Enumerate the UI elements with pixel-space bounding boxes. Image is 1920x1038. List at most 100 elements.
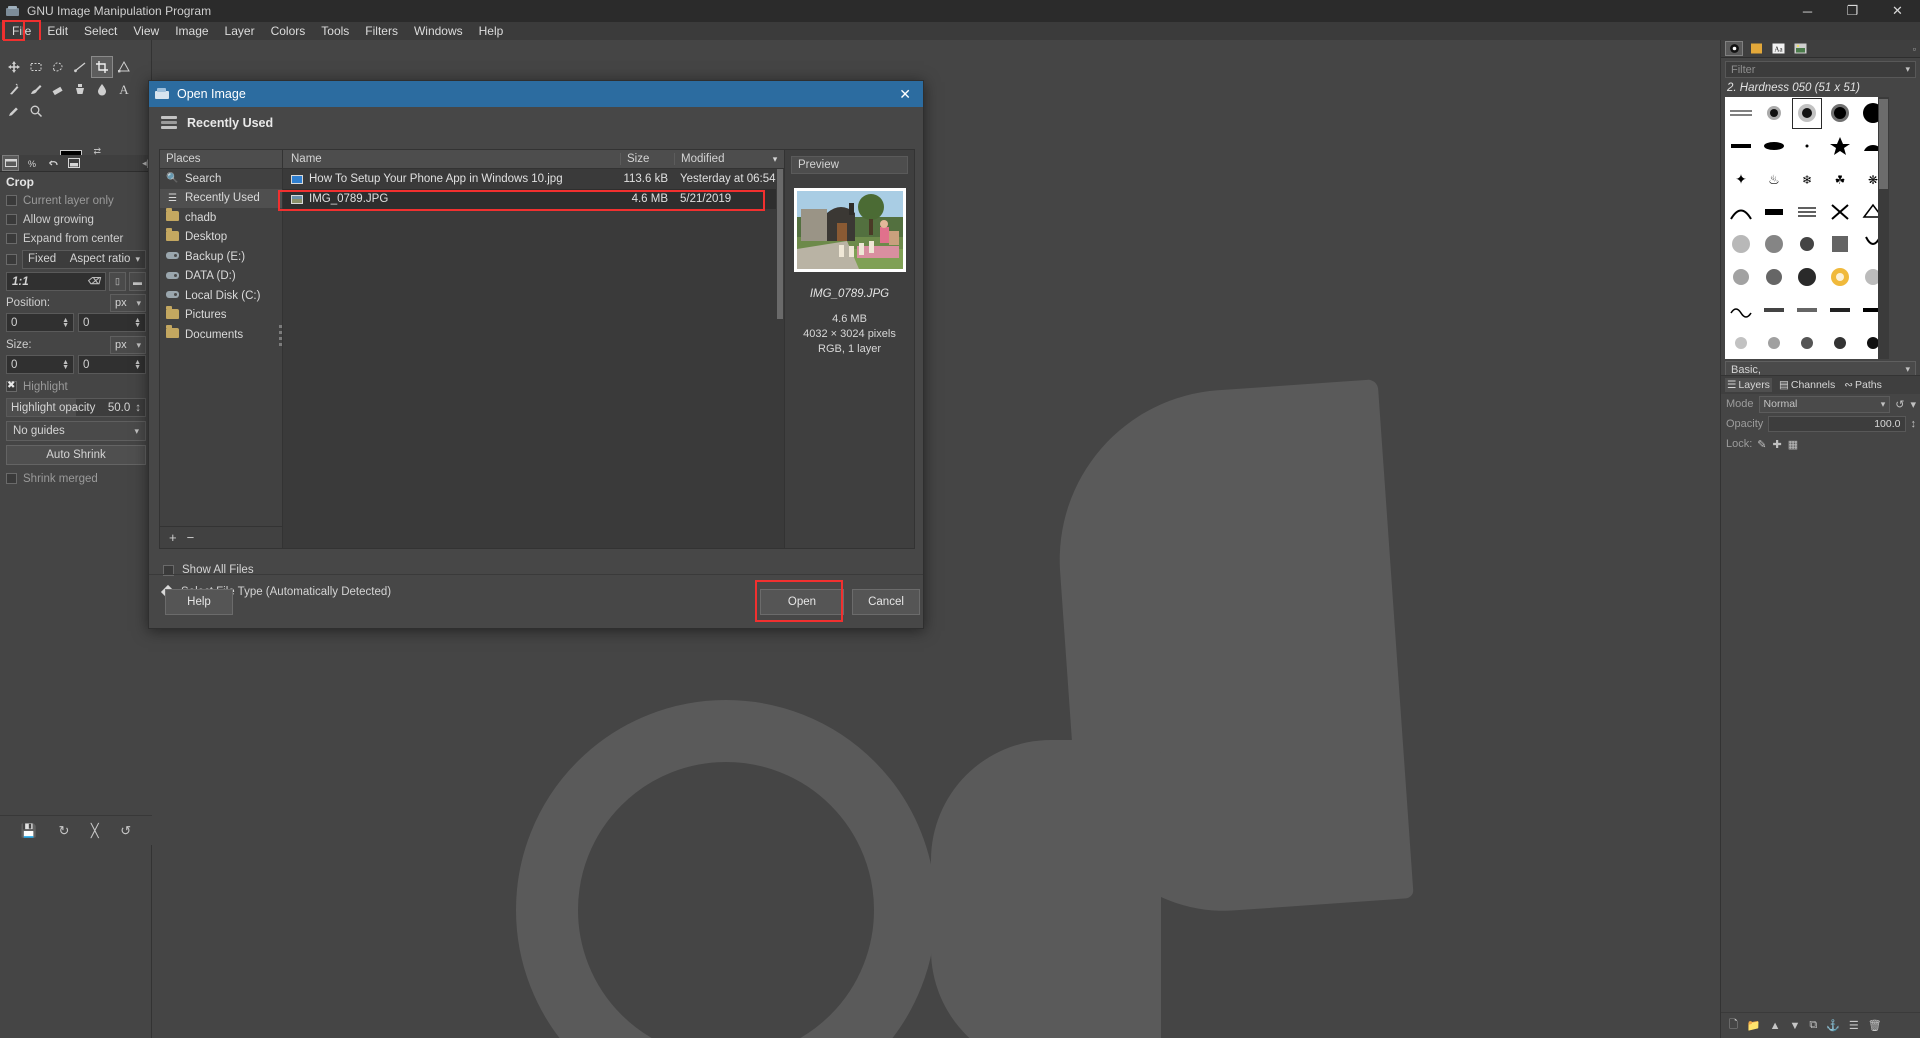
- zoom-tool[interactable]: [25, 100, 47, 122]
- brush-cell[interactable]: ✦: [1725, 163, 1758, 196]
- brush-cell[interactable]: [1725, 130, 1758, 163]
- brush-cell[interactable]: [1758, 228, 1791, 261]
- spinner-arrows[interactable]: ↕: [135, 402, 141, 414]
- brush-cell[interactable]: [1791, 261, 1824, 294]
- lock-pixels-icon[interactable]: ✎: [1757, 438, 1766, 451]
- paintbrush-tool[interactable]: [25, 78, 47, 100]
- menu-file[interactable]: File: [1, 20, 42, 42]
- option-current-layer-only[interactable]: Current layer only: [0, 191, 152, 210]
- new-layer-icon[interactable]: 🗋: [1729, 1016, 1738, 1035]
- layer-lock-icons[interactable]: ✎ ✚ ▦: [1757, 438, 1798, 451]
- restore-tool-preset-icon[interactable]: ↻: [58, 823, 69, 839]
- option-allow-growing[interactable]: Allow growing: [0, 210, 152, 229]
- fonts-tab[interactable]: Aa: [1769, 41, 1787, 56]
- position-inputs[interactable]: 0 ▲ ▼ 0 ▲ ▼: [0, 313, 152, 335]
- brush-grid-scrollbar[interactable]: [1878, 97, 1889, 359]
- fixed-checkbox[interactable]: [6, 253, 17, 265]
- checkbox[interactable]: [6, 473, 17, 484]
- close-icon[interactable]: ✕: [893, 86, 917, 103]
- aspect-ratio-input[interactable]: 1:1 ⌫: [6, 272, 106, 291]
- undo-history-tab[interactable]: [45, 156, 60, 170]
- crop-tool[interactable]: [91, 56, 113, 78]
- fuzzy-select-tool[interactable]: [3, 78, 25, 100]
- brush-cell[interactable]: [1758, 195, 1791, 228]
- position-y-input[interactable]: 0 ▲ ▼: [78, 313, 146, 332]
- switch-mode-icon[interactable]: ↺: [1895, 398, 1904, 411]
- brush-cell[interactable]: [1758, 294, 1791, 327]
- clone-tool[interactable]: [69, 78, 91, 100]
- place-item-chadb[interactable]: chadb: [160, 208, 282, 228]
- cancel-button[interactable]: Cancel: [852, 589, 920, 615]
- device-status-tab[interactable]: %: [24, 156, 39, 170]
- brush-cell[interactable]: [1725, 261, 1758, 294]
- brush-cell[interactable]: [1823, 130, 1856, 163]
- brush-cell[interactable]: [1725, 97, 1758, 130]
- size-unit-combo[interactable]: px ▾: [110, 336, 146, 354]
- table-row[interactable]: How To Setup Your Phone App in Windows 1…: [283, 169, 784, 189]
- brush-cell[interactable]: [1791, 294, 1824, 327]
- panel-splitter[interactable]: [279, 325, 282, 347]
- delete-tool-preset-icon[interactable]: ╳: [91, 823, 99, 839]
- brush-cell[interactable]: [1725, 195, 1758, 228]
- brush-cell[interactable]: [1758, 97, 1791, 130]
- landscape-button[interactable]: ▬: [129, 272, 146, 291]
- brush-cell[interactable]: [1791, 130, 1824, 163]
- brush-cell[interactable]: [1758, 261, 1791, 294]
- lock-alpha-icon[interactable]: ▦: [1788, 438, 1798, 451]
- brush-cell[interactable]: [1725, 228, 1758, 261]
- maximize-button[interactable]: ❐: [1830, 0, 1875, 22]
- fixed-aspect-combo[interactable]: Fixed Aspect ratio ▾: [22, 249, 146, 269]
- column-header-size[interactable]: Size: [620, 153, 674, 165]
- color-picker-tool[interactable]: [3, 100, 25, 122]
- highlight-checkbox[interactable]: [6, 380, 17, 392]
- size-width-input[interactable]: 0 ▲ ▼: [6, 355, 74, 374]
- layer-opacity-row[interactable]: Opacity 100.0 ↕: [1721, 414, 1920, 434]
- clear-icon[interactable]: ⌫: [87, 276, 100, 287]
- spinner-arrows[interactable]: ▲ ▼: [134, 317, 141, 329]
- brush-cell-selected[interactable]: [1791, 97, 1824, 130]
- chevron-down-icon[interactable]: ▾: [766, 154, 784, 165]
- tool-options-tab[interactable]: [2, 155, 19, 171]
- spinner-arrows[interactable]: ▲ ▼: [134, 359, 141, 371]
- option-shrink-merged[interactable]: Shrink merged: [0, 469, 152, 488]
- remove-place-button[interactable]: −: [187, 530, 195, 545]
- menu-tools[interactable]: Tools: [313, 22, 357, 40]
- menu-view[interactable]: View: [125, 22, 167, 40]
- delete-layer-icon[interactable]: 🗑: [1868, 1019, 1882, 1032]
- place-item-documents[interactable]: Documents: [160, 325, 282, 345]
- option-expand-from-center[interactable]: Expand from center: [0, 229, 152, 248]
- menu-windows[interactable]: Windows: [406, 22, 471, 40]
- place-item-recently-used[interactable]: ☰ Recently Used: [160, 188, 282, 208]
- help-button[interactable]: Help: [165, 589, 233, 615]
- spinner-arrows[interactable]: ▲ ▼: [62, 359, 69, 371]
- menu-filters[interactable]: Filters: [357, 22, 406, 40]
- document-history-tab[interactable]: [1791, 41, 1809, 56]
- add-place-button[interactable]: +: [169, 530, 177, 545]
- option-highlight[interactable]: Highlight: [0, 377, 152, 396]
- brush-cell[interactable]: [1791, 228, 1824, 261]
- new-layer-group-icon[interactable]: 📁: [1747, 1019, 1761, 1032]
- lock-position-icon[interactable]: ✚: [1773, 438, 1782, 451]
- column-header-modified[interactable]: Modified: [674, 153, 766, 165]
- brush-filter-input[interactable]: Filter ▾: [1725, 61, 1916, 78]
- file-list-scrollbar[interactable]: [776, 169, 784, 548]
- text-tool[interactable]: A: [113, 78, 135, 100]
- option-fixed-row[interactable]: Fixed Aspect ratio ▾: [0, 248, 152, 270]
- checkbox[interactable]: [6, 195, 17, 206]
- brush-cell[interactable]: [1791, 195, 1824, 228]
- layer-mode-combo[interactable]: Normal ▾: [1758, 395, 1891, 413]
- checkbox[interactable]: [6, 214, 17, 225]
- images-tab[interactable]: [66, 156, 81, 170]
- auto-shrink-button[interactable]: Auto Shrink: [6, 445, 146, 465]
- reset-tool-options-icon[interactable]: ↺: [120, 823, 131, 839]
- highlight-opacity-slider[interactable]: Highlight opacity 50.0 ↕: [6, 398, 146, 417]
- merge-down-icon[interactable]: ☰: [1849, 1019, 1859, 1032]
- free-select-tool[interactable]: [47, 56, 69, 78]
- brushes-tab[interactable]: [1725, 41, 1743, 56]
- menu-layer[interactable]: Layer: [217, 22, 263, 40]
- file-list[interactable]: Name Size Modified ▾ How To Setup Your P…: [279, 149, 785, 549]
- column-header-name[interactable]: Name: [283, 153, 620, 165]
- rect-select-tool[interactable]: [25, 56, 47, 78]
- lower-layer-icon[interactable]: ▼: [1789, 1020, 1800, 1032]
- brush-cell[interactable]: [1791, 326, 1824, 359]
